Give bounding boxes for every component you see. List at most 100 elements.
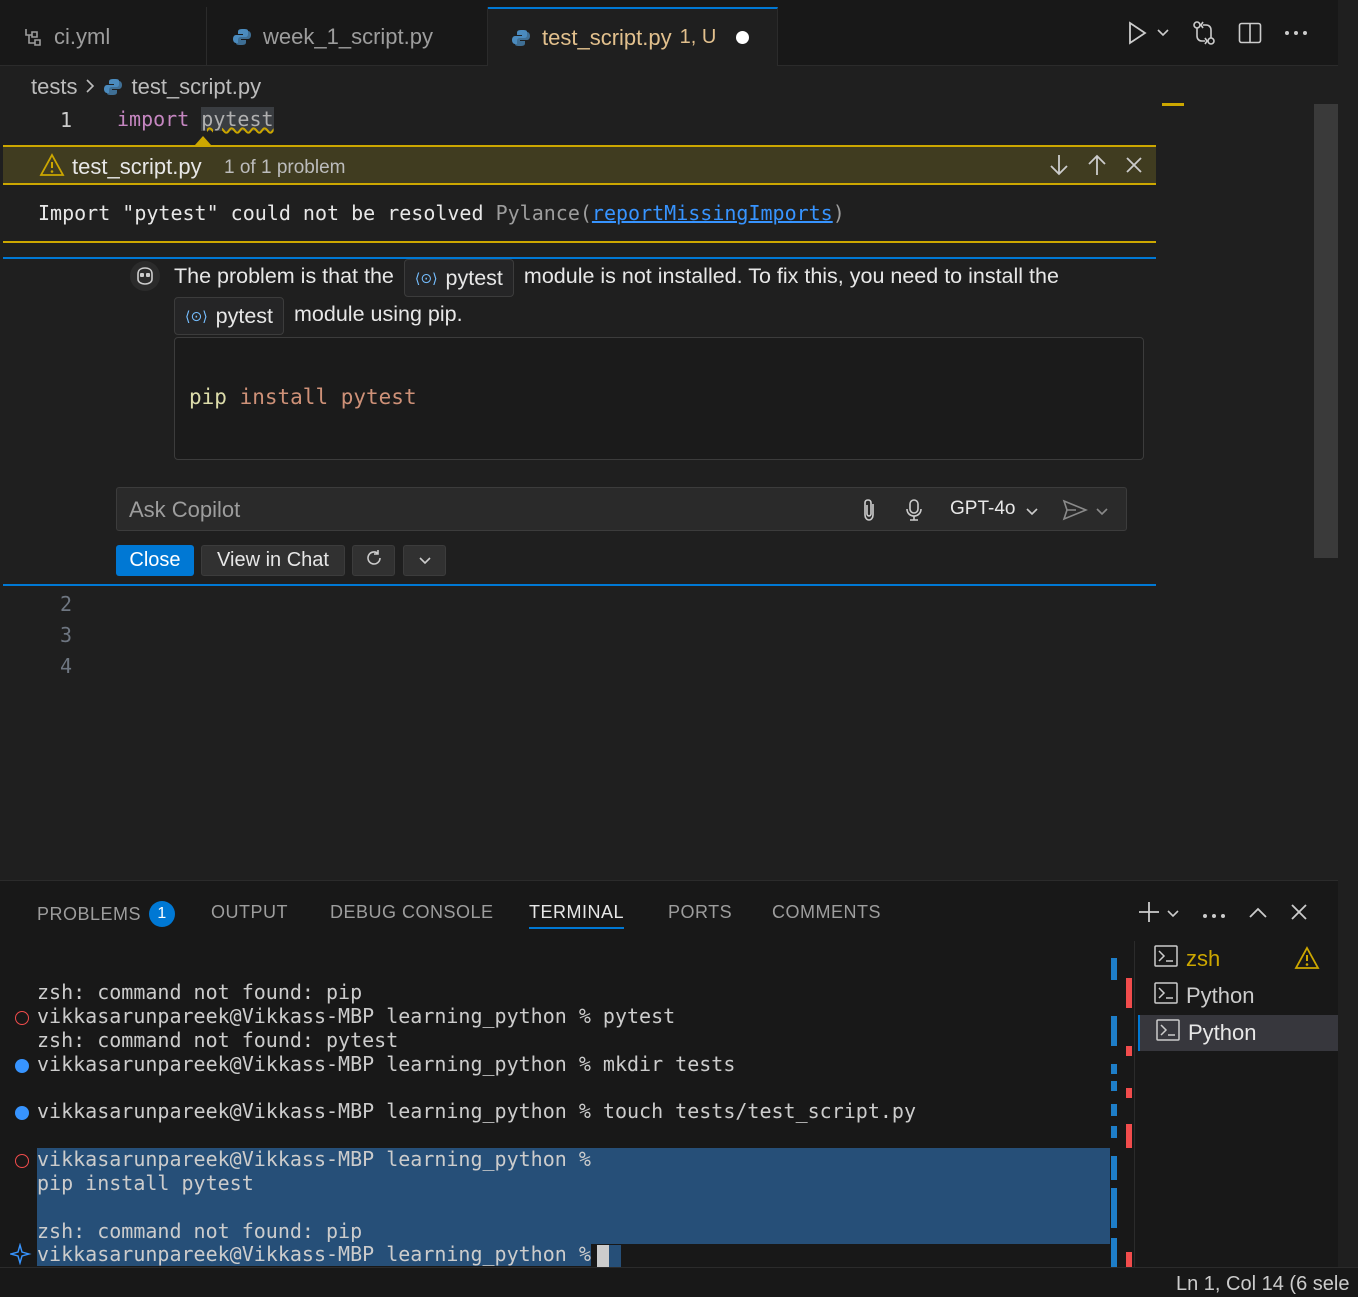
tab-debug-console[interactable]: DEBUG CONSOLE: [330, 902, 494, 923]
chevron-down-icon: [418, 549, 432, 572]
plus-icon[interactable]: [1138, 901, 1160, 928]
chevron-down-icon[interactable]: [1156, 28, 1170, 38]
copilot-icon: [130, 261, 160, 291]
compare-changes-icon[interactable]: [1192, 20, 1216, 46]
copilot-inline-chat: The problem is that the ⟨⊙⟩ pytest modul…: [3, 257, 1156, 586]
tab-ports[interactable]: PORTS: [668, 902, 732, 923]
success-decoration-icon[interactable]: [15, 1059, 29, 1073]
arrow-down-icon[interactable]: [1048, 153, 1070, 182]
keyword-import: import: [117, 107, 190, 131]
symbol-chip-pytest[interactable]: ⟨⊙⟩ pytest: [403, 259, 514, 297]
warning-icon: [1294, 946, 1320, 976]
run-icon[interactable]: [1126, 21, 1148, 45]
line-number: 3: [59, 623, 72, 647]
refresh-icon: [364, 548, 384, 574]
attach-icon[interactable]: [859, 498, 879, 527]
terminal-icon: [1154, 982, 1178, 1010]
modified-dot-icon[interactable]: [736, 31, 750, 44]
peek-pointer: [195, 136, 211, 145]
problems-count-badge: 1: [149, 901, 176, 927]
tab-terminal[interactable]: TERMINAL: [529, 902, 625, 929]
terminal-list-item-python[interactable]: Python: [1138, 978, 1338, 1014]
warning-icon: [39, 153, 65, 182]
editor-scrollbar[interactable]: [1314, 104, 1338, 558]
more-actions-icon[interactable]: [1202, 906, 1226, 924]
bottom-panel: PROBLEMS 1 OUTPUT DEBUG CONSOLE TERMINAL…: [0, 880, 1338, 1270]
tab-label: TERMINAL: [529, 902, 625, 922]
error-decoration-icon[interactable]: [15, 1154, 29, 1168]
chevron-down-icon[interactable]: [1166, 906, 1180, 924]
terminal-line: vikkasarunpareek@Vikkass-MBP learning_py…: [37, 1147, 591, 1171]
problem-message: Import "pytest" could not be resolved: [38, 201, 484, 225]
model-picker[interactable]: GPT-4o: [950, 498, 1015, 520]
tab-label: PROBLEMS: [37, 903, 142, 924]
terminal-line: vikkasarunpareek@Vikkass-MBP learning_py…: [37, 1242, 591, 1266]
tab-comments[interactable]: COMMENTS: [772, 902, 881, 923]
cursor-position[interactable]: Ln 1, Col 14 (6 sele: [1176, 1273, 1349, 1296]
editor-tab-bar: ci.yml week_1_script.py test_script.py 1…: [0, 0, 1338, 66]
selection-tail: [609, 1245, 621, 1267]
split-editor-icon[interactable]: [1238, 22, 1262, 44]
arrow-up-icon[interactable]: [1086, 153, 1108, 182]
close-icon[interactable]: [1290, 903, 1308, 926]
tab-status: 1, U: [679, 26, 717, 48]
tab-ci-yml[interactable]: ci.yml: [0, 7, 207, 66]
close-icon[interactable]: [1124, 155, 1144, 180]
tab-label: PORTS: [668, 902, 733, 922]
terminal-list-item-zsh[interactable]: zsh: [1138, 941, 1338, 977]
problem-rule-link[interactable]: reportMissingImports: [592, 201, 833, 225]
unresolved-module: pytest: [201, 107, 274, 131]
code-command: pip: [189, 385, 227, 409]
chevron-down-icon[interactable]: [1025, 504, 1039, 522]
tab-label: week_1_script.py: [263, 23, 433, 49]
chevron-up-icon[interactable]: [1248, 906, 1268, 924]
tab-problems[interactable]: PROBLEMS 1: [37, 901, 176, 927]
terminal-line: zsh: command not found: pip: [37, 980, 363, 1004]
error-decoration-icon[interactable]: [15, 1011, 29, 1025]
code-block[interactable]: pip install pytest: [174, 337, 1144, 460]
terminal-line: zsh: command not found: pip: [37, 1219, 363, 1243]
terminal-scrollbar[interactable]: [1110, 956, 1134, 1268]
line-number: 1: [59, 108, 72, 132]
terminal-line: zsh: command not found: pytest: [37, 1028, 399, 1052]
chip-label: pytest: [215, 304, 274, 328]
view-in-chat-button[interactable]: View in Chat: [201, 545, 345, 576]
terminal-list-item-python-selected[interactable]: Python: [1138, 1015, 1338, 1051]
tab-label: ci.yml: [54, 23, 111, 49]
terminal-name: zsh: [1186, 946, 1221, 971]
problem-peek-body: Import "pytest" could not be resolved Py…: [3, 185, 1156, 243]
regenerate-button[interactable]: [352, 545, 395, 576]
code-line-1[interactable]: import pytest: [117, 107, 274, 131]
breadcrumb: tests test_script.py: [31, 72, 261, 102]
copilot-response-text-2: module is not installed. To fix this, yo…: [523, 264, 1059, 288]
tab-week-1-script[interactable]: week_1_script.py: [207, 7, 488, 66]
microphone-icon[interactable]: [904, 498, 924, 527]
python-file-icon: [231, 26, 253, 48]
python-file-icon: [510, 27, 532, 49]
ask-copilot-placeholder: Ask Copilot: [129, 497, 241, 522]
symbol-icon: ⟨⊙⟩: [414, 270, 438, 286]
tab-label: DEBUG CONSOLE: [330, 902, 494, 922]
send-icon[interactable]: [1062, 498, 1089, 527]
tab-label: COMMENTS: [772, 902, 881, 922]
symbol-chip-pytest[interactable]: ⟨⊙⟩ pytest: [174, 297, 285, 335]
more-actions-icon[interactable]: [1284, 30, 1308, 36]
close-button[interactable]: Close: [116, 545, 194, 576]
terminal-line: vikkasarunpareek@Vikkass-MBP learning_py…: [37, 1052, 736, 1076]
terminal-cursor: [597, 1245, 609, 1267]
tab-output[interactable]: OUTPUT: [211, 902, 288, 923]
status-bar: Ln 1, Col 14 (6 sele: [0, 1267, 1358, 1297]
more-options-button[interactable]: [403, 545, 446, 576]
problem-source-close: ): [832, 201, 845, 225]
terminal-line: vikkasarunpareek@Vikkass-MBP learning_py…: [37, 1099, 916, 1123]
sparkle-icon[interactable]: [8, 1242, 34, 1270]
chevron-down-icon[interactable]: [1095, 504, 1109, 522]
breadcrumb-file[interactable]: test_script.py: [131, 74, 261, 100]
terminal-icon: [1154, 945, 1178, 973]
breadcrumb-folder[interactable]: tests: [31, 74, 77, 100]
yaml-file-icon: [22, 26, 44, 48]
tab-test-script[interactable]: test_script.py 1, U: [488, 7, 778, 66]
success-decoration-icon[interactable]: [15, 1106, 29, 1120]
ask-copilot-input[interactable]: Ask Copilot GPT-4o: [116, 487, 1127, 531]
problem-peek-header: test_script.py 1 of 1 problem: [3, 145, 1156, 185]
